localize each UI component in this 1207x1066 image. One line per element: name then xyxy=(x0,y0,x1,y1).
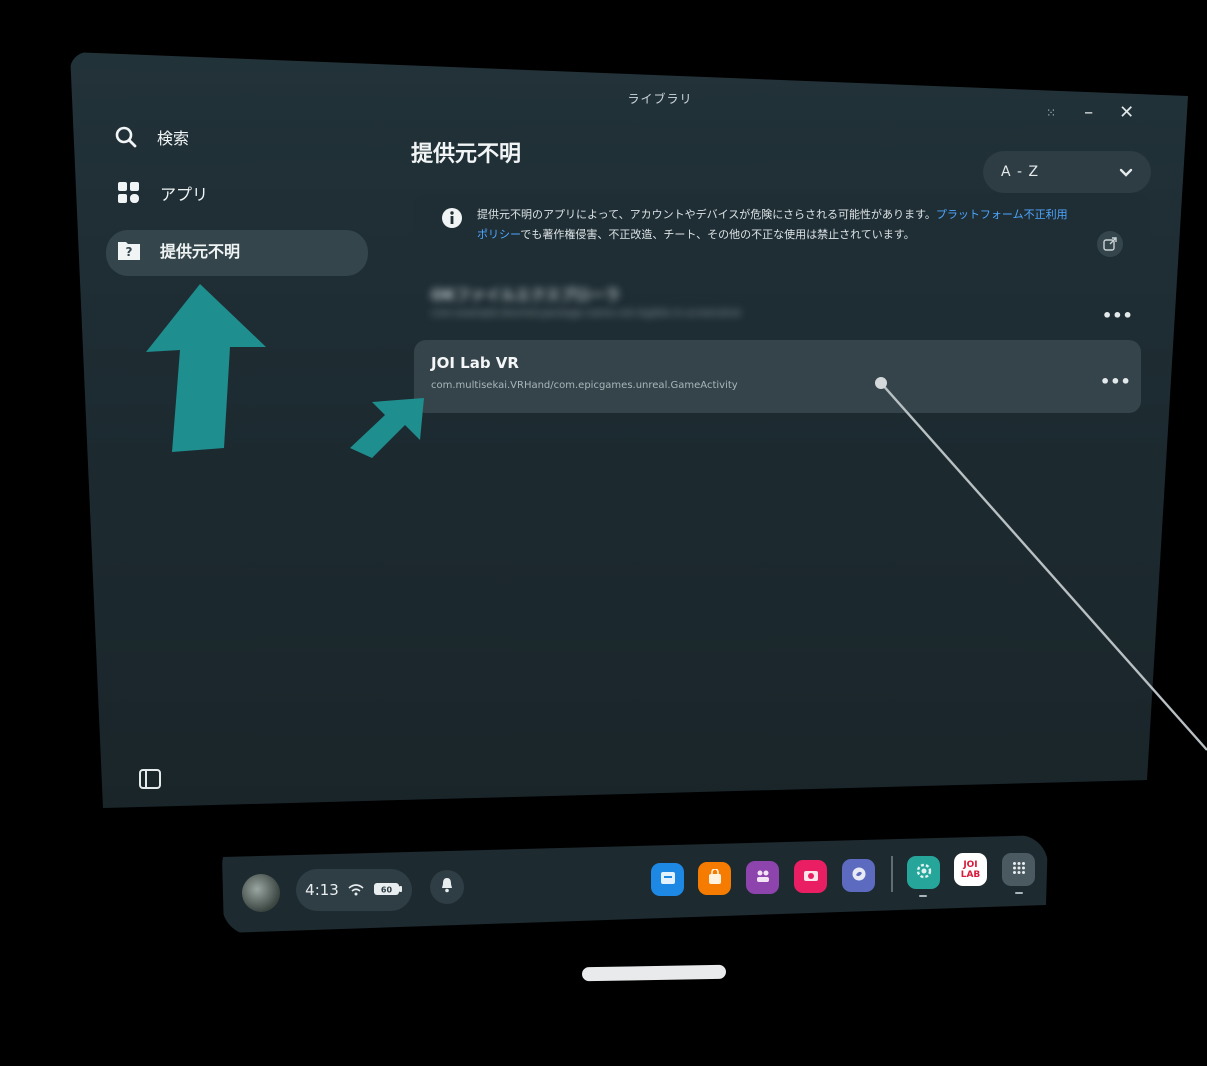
running-indicator xyxy=(1015,892,1023,894)
store-icon xyxy=(660,870,676,889)
shopping-bag-icon xyxy=(708,867,722,889)
bell-icon xyxy=(440,877,454,897)
quick-settings-pill[interactable]: 4:13 60 xyxy=(296,869,412,911)
tutorial-arrow-up xyxy=(146,284,266,452)
clock-time: 4:13 xyxy=(305,881,339,899)
controller-ray xyxy=(880,382,1207,751)
dock-separator xyxy=(891,856,893,892)
dock-app-settings[interactable] xyxy=(907,856,940,889)
browser-icon xyxy=(851,866,867,886)
notifications-button[interactable] xyxy=(430,870,464,904)
dock-app-shop[interactable] xyxy=(698,862,731,895)
dock-app-all-apps[interactable] xyxy=(1002,853,1035,886)
gear-icon xyxy=(916,863,932,883)
camera-icon xyxy=(803,867,819,886)
dock-app-joi-lab[interactable]: JOI LAB xyxy=(954,853,987,886)
dock-app-camera[interactable] xyxy=(794,860,827,893)
avatar[interactable] xyxy=(242,874,280,912)
running-indicator xyxy=(919,895,927,897)
controller-pointer-cursor xyxy=(875,377,887,389)
dock-app-people[interactable] xyxy=(746,861,779,894)
dock-app-store[interactable] xyxy=(651,863,684,896)
battery-icon: 60 xyxy=(373,881,403,900)
dock-app-browser[interactable] xyxy=(842,859,875,892)
joi-lab-logo: JOI LAB xyxy=(960,859,981,880)
home-indicator[interactable] xyxy=(581,964,727,982)
wifi-icon xyxy=(348,881,364,900)
people-icon xyxy=(755,868,771,887)
battery-level: 60 xyxy=(381,885,393,894)
apps-grid-icon xyxy=(1012,860,1026,879)
tutorial-arrow-diagonal xyxy=(350,398,424,458)
